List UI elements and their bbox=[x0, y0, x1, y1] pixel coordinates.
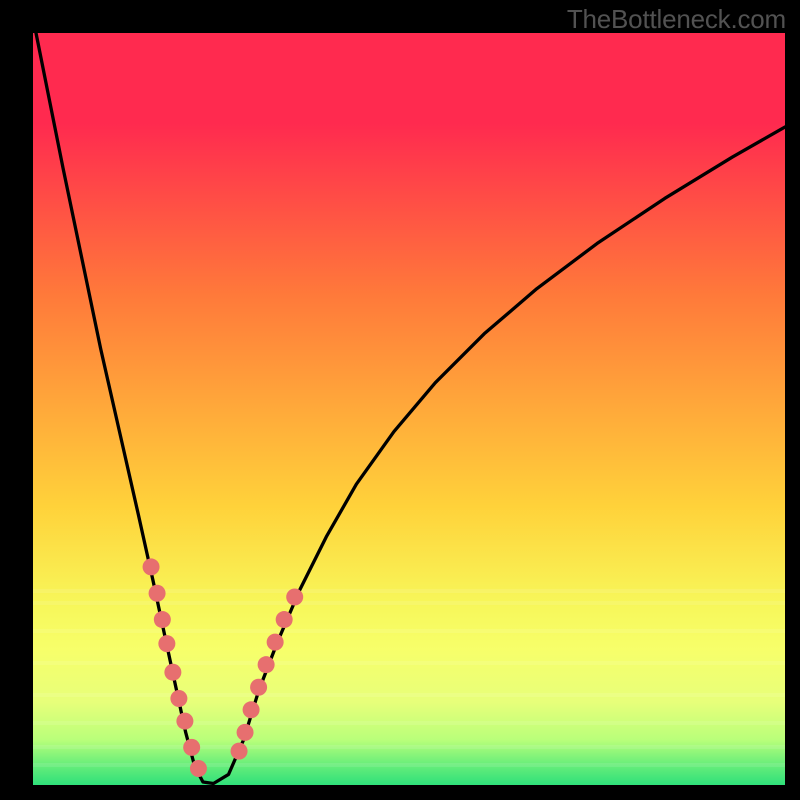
marker-point bbox=[149, 585, 166, 602]
marker-point bbox=[267, 634, 284, 651]
marker-point bbox=[158, 635, 175, 652]
marker-point bbox=[170, 690, 187, 707]
marker-point bbox=[243, 701, 260, 718]
marker-point bbox=[176, 713, 193, 730]
marker-point bbox=[231, 743, 248, 760]
marker-point bbox=[164, 664, 181, 681]
marker-point bbox=[286, 589, 303, 606]
plot-area bbox=[33, 33, 785, 785]
marker-point bbox=[190, 760, 207, 777]
marker-point bbox=[276, 611, 293, 628]
marker-point bbox=[250, 679, 267, 696]
marker-point bbox=[143, 558, 160, 575]
chart-frame: TheBottleneck.com bbox=[0, 0, 800, 800]
curve-svg bbox=[33, 33, 785, 785]
marker-point bbox=[154, 611, 171, 628]
watermark-text: TheBottleneck.com bbox=[567, 4, 786, 35]
marker-point bbox=[258, 656, 275, 673]
marker-point bbox=[183, 739, 200, 756]
bottleneck-curve bbox=[36, 33, 785, 784]
marker-point bbox=[237, 724, 254, 741]
